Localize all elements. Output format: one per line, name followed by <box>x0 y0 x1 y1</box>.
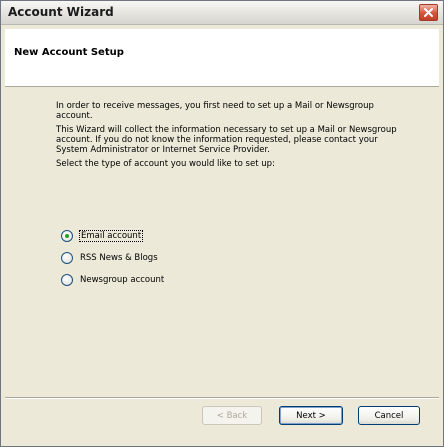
back-button[interactable]: < Back <box>202 406 262 425</box>
radio-label-email[interactable]: Email account <box>79 230 144 242</box>
header-title: New Account Setup <box>14 47 124 58</box>
title-bar[interactable]: Account Wizard <box>1 1 443 25</box>
radio-rss-news-blogs[interactable]: RSS News & Blogs <box>61 247 165 269</box>
close-icon <box>424 8 433 17</box>
window-title: Account Wizard <box>8 5 114 19</box>
radio-button-newsgroup[interactable] <box>61 274 73 286</box>
next-button[interactable]: Next > <box>279 406 343 425</box>
info-paragraph: This Wizard will collect the information… <box>56 125 397 155</box>
radio-email-account[interactable]: Email account <box>61 225 165 247</box>
select-prompt: Select the type of account you would lik… <box>56 159 275 169</box>
cancel-button[interactable]: Cancel <box>358 406 420 425</box>
radio-label-rss[interactable]: RSS News & Blogs <box>79 253 159 263</box>
wizard-header: New Account Setup <box>5 29 439 87</box>
account-type-radio-group: Email account RSS News & Blogs Newsgroup… <box>61 225 165 291</box>
radio-newsgroup-account[interactable]: Newsgroup account <box>61 269 165 291</box>
wizard-content: In order to receive messages, you first … <box>56 101 406 173</box>
footer-divider <box>5 397 439 399</box>
close-button[interactable] <box>419 4 438 21</box>
radio-button-rss[interactable] <box>61 252 73 264</box>
radio-button-email[interactable] <box>61 230 73 242</box>
radio-label-newsgroup[interactable]: Newsgroup account <box>79 275 165 285</box>
intro-paragraph: In order to receive messages, you first … <box>56 101 374 121</box>
account-wizard-window: Account Wizard New Account Setup In orde… <box>0 0 444 447</box>
